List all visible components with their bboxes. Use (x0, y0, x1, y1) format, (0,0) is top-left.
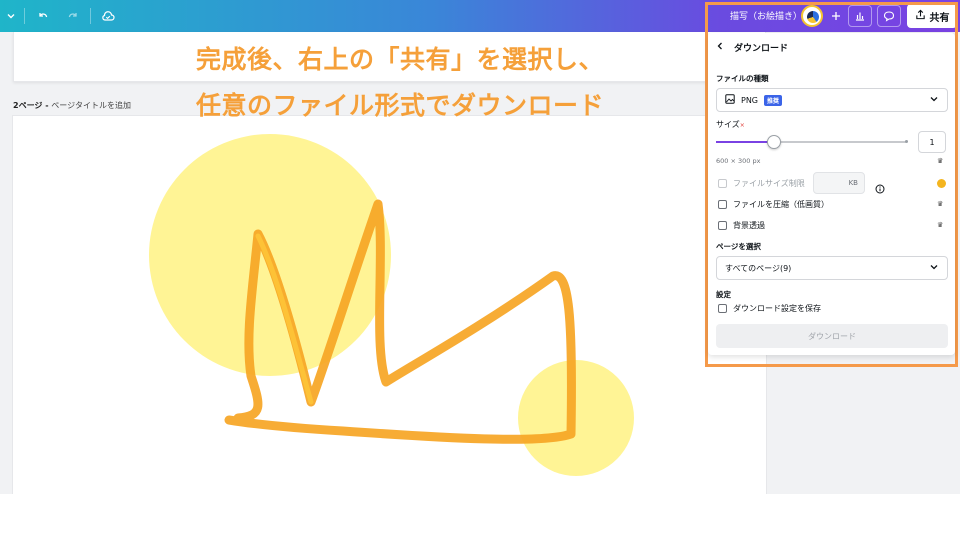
transparent-bg-checkbox[interactable] (718, 221, 727, 230)
page-label[interactable]: 2ページ - ページタイトルを追加 (13, 100, 131, 111)
settings-label: 設定 (716, 290, 731, 299)
toolbar-divider (24, 8, 25, 24)
page-title-placeholder[interactable]: ページタイトルを追加 (51, 101, 131, 110)
save-settings-checkbox[interactable] (718, 304, 727, 313)
transparent-bg-label: 背景透過 (733, 221, 765, 230)
slider-end-dot (905, 140, 908, 143)
page-select-value: すべてのページ(9) (725, 263, 792, 273)
file-size-limit-option[interactable]: ファイルサイズ制限 (718, 178, 805, 189)
kb-unit: KB (848, 179, 858, 187)
file-type-label: ファイルの種類 (716, 74, 769, 83)
file-size-limit-checkbox[interactable] (718, 179, 727, 188)
file-size-limit-label: ファイルサイズ制限 (733, 179, 805, 188)
instruction-caption-line-2: 任意のファイル形式でダウンロード (196, 91, 605, 120)
compress-label: ファイルを圧縮（低画質） (733, 200, 829, 209)
compress-option[interactable]: ファイルを圧縮（低画質） (718, 199, 829, 210)
size-label: サイズ× (716, 120, 745, 129)
premium-gold-icon (937, 179, 946, 188)
size-input[interactable]: 1 (918, 131, 946, 153)
size-slider-knob[interactable] (766, 135, 781, 149)
workspace-background (0, 494, 960, 540)
drawing-canvas[interactable] (13, 116, 766, 494)
recommended-badge: 推奨 (764, 94, 783, 106)
crown-icon: ♛ (937, 221, 944, 229)
file-type-select[interactable]: PNG 推奨 (716, 88, 948, 112)
chevron-down-icon (929, 94, 939, 106)
yellow-circle-small[interactable] (518, 360, 634, 476)
transparent-bg-option[interactable]: 背景透過 (718, 220, 765, 231)
save-settings-label: ダウンロード設定を保存 (733, 304, 821, 313)
page-select[interactable]: すべてのページ(9) (716, 256, 948, 280)
redo-icon[interactable] (64, 0, 82, 32)
cloud-sync-icon[interactable] (98, 0, 118, 32)
info-icon[interactable] (875, 179, 885, 198)
page-select-label: ページを選択 (716, 242, 761, 251)
size-slider-fill (716, 141, 774, 143)
crown-icon: ♛ (937, 157, 944, 165)
compress-checkbox[interactable] (718, 200, 727, 209)
instruction-caption-line-1: 完成後、右上の「共有」を選択し、 (196, 45, 605, 74)
panel-title: ダウンロード (734, 44, 789, 54)
panel-header: ダウンロード (716, 41, 788, 54)
file-type-value: PNG (741, 95, 759, 105)
size-slider[interactable] (716, 135, 908, 149)
size-dimensions: 600 × 300 px (716, 157, 761, 165)
canvas-page-2[interactable] (13, 116, 766, 494)
file-size-limit-input[interactable]: KB (813, 172, 865, 194)
download-panel: ダウンロード ファイルの種類 PNG 推奨 サイズ× 1 600 × 300 p… (708, 33, 955, 355)
chevron-down-icon[interactable] (2, 0, 20, 32)
image-icon (725, 94, 735, 106)
toolbar-divider (90, 8, 91, 24)
undo-icon[interactable] (34, 0, 52, 32)
crown-icon: ♛ (937, 200, 944, 208)
chevron-down-icon (929, 262, 939, 274)
workspace-background (0, 32, 13, 494)
save-settings-option[interactable]: ダウンロード設定を保存 (718, 303, 821, 314)
download-button[interactable]: ダウンロード (716, 324, 948, 348)
page-number-label: 2ページ - (13, 101, 52, 110)
back-chevron-icon[interactable] (716, 42, 724, 53)
